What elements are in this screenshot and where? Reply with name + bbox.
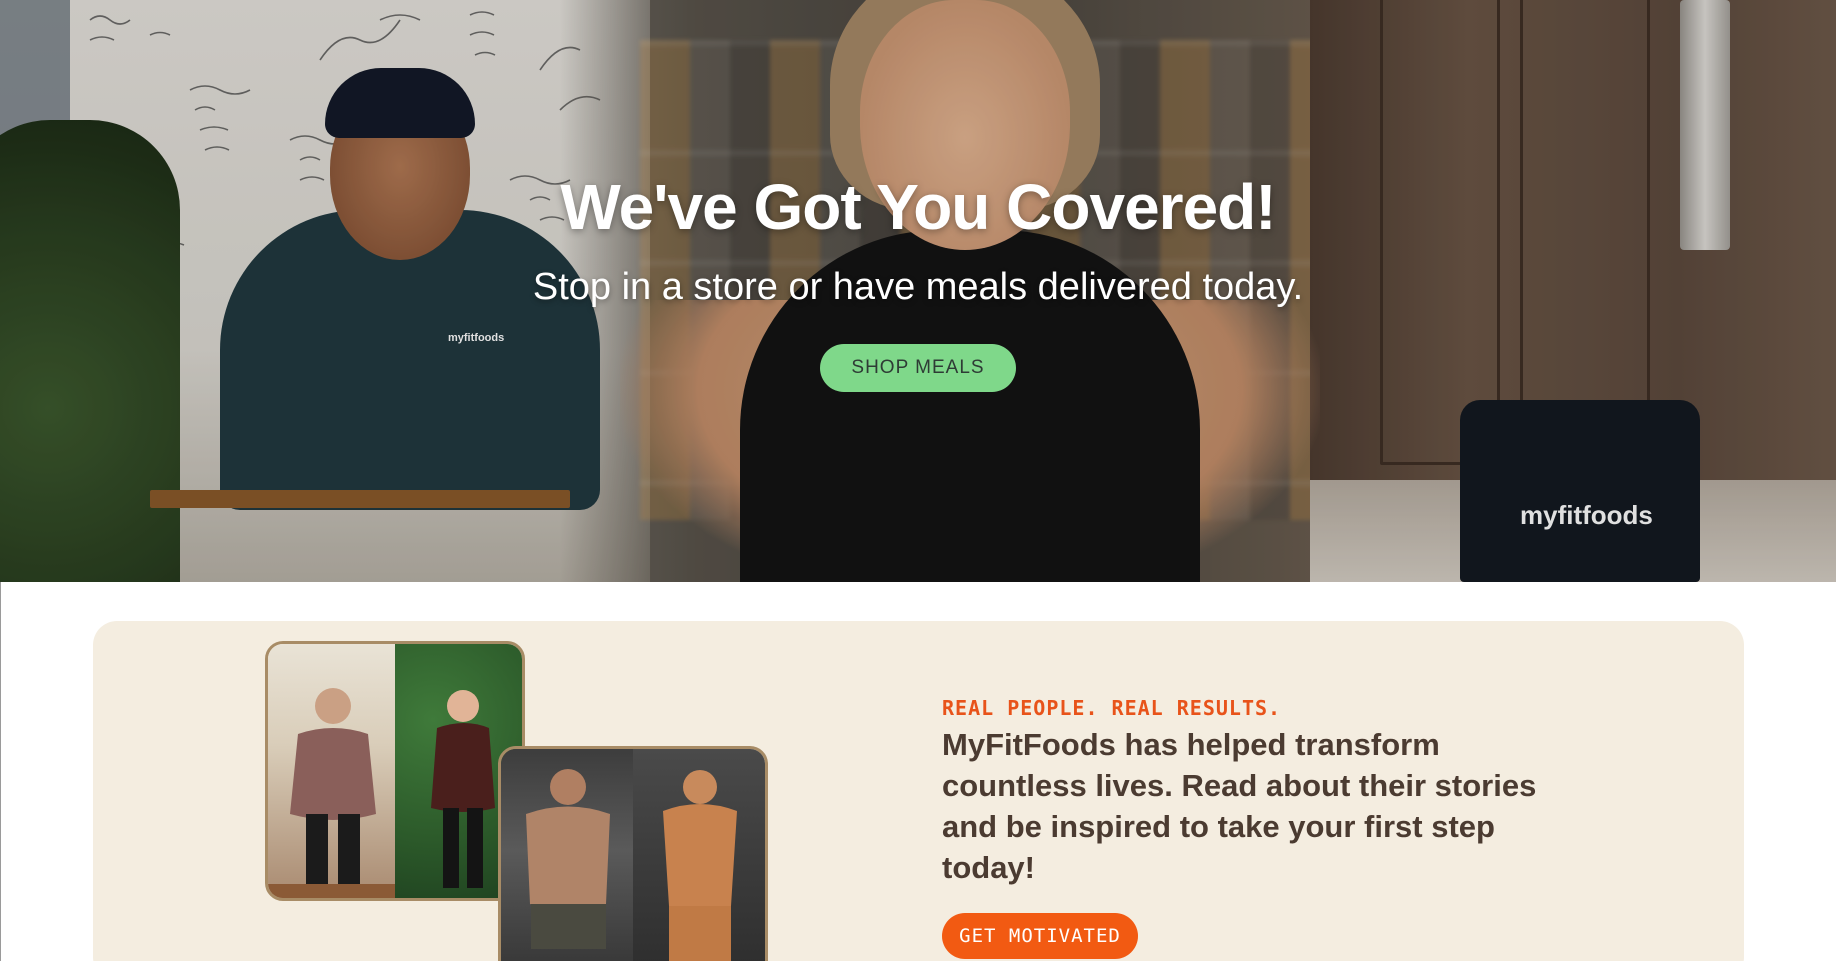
before-photo: [501, 749, 633, 961]
before-after-photo-woman[interactable]: [265, 641, 525, 901]
results-section: REAL PEOPLE. REAL RESULTS. MyFitFoods ha…: [93, 621, 1744, 961]
hero-title: We've Got You Covered!: [560, 171, 1276, 243]
get-motivated-button[interactable]: GET MOTIVATED: [942, 913, 1138, 959]
before-after-photo-man[interactable]: [498, 746, 768, 961]
after-figure-image: [663, 770, 737, 961]
before-figure-image: [268, 688, 398, 898]
hero-banner: myfitfoods myfitfoods We've Got You Cove…: [0, 0, 1836, 582]
after-photo: [633, 749, 765, 961]
results-eyebrow: REAL PEOPLE. REAL RESULTS.: [942, 696, 1282, 720]
before-photo: [268, 644, 398, 898]
shop-meals-button[interactable]: SHOP MEALS: [820, 344, 1016, 392]
hero-subtitle: Stop in a store or have meals delivered …: [532, 266, 1304, 308]
before-figure-image: [526, 769, 610, 949]
left-edge-line: [0, 582, 1, 961]
results-description: MyFitFoods has helped transform countles…: [942, 727, 1537, 885]
